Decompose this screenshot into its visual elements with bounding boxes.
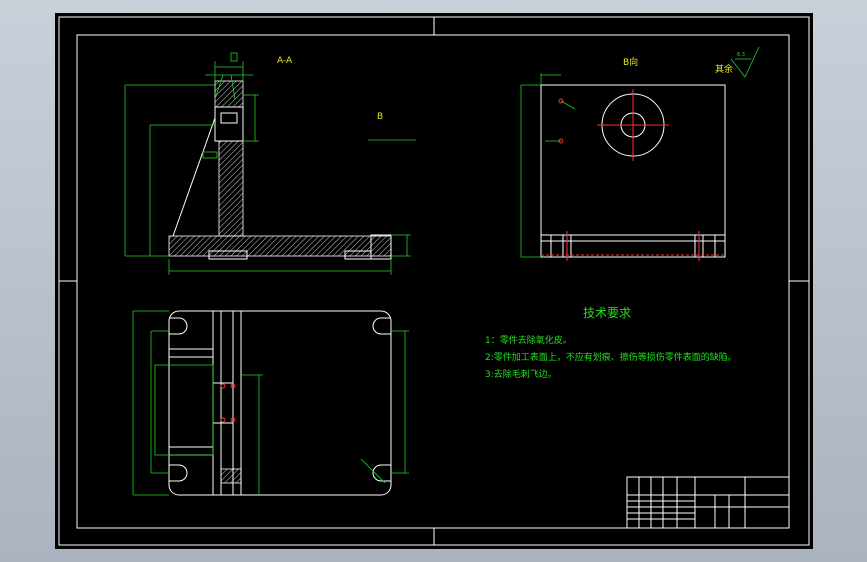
tech-req-item: 1：零件去除氧化皮。 xyxy=(485,334,572,346)
drawing-sheet: A-A B B向 其余 6.3 技术要求 1：零件去除氧化皮。 2:零件加工表面… xyxy=(55,13,813,549)
surface-finish-note: 其余 6.3 xyxy=(715,46,760,78)
tech-req-item: 3:去除毛刺飞边。 xyxy=(485,368,557,380)
tech-req-item: 2:零件加工表面上，不应有划痕、擦伤等损伤零件表面的缺陷。 xyxy=(485,351,737,363)
section-view-a-a: A-A xyxy=(124,52,411,275)
surface-finish-prefix: 其余 xyxy=(715,63,733,75)
b-view-label: B向 xyxy=(623,56,638,68)
inner-frame xyxy=(76,34,790,529)
technical-requirements: 技术要求 1：零件去除氧化皮。 2:零件加工表面上，不应有划痕、擦伤等损伤零件表… xyxy=(485,306,737,380)
side-view-label: B xyxy=(377,112,383,122)
title-block xyxy=(626,476,790,529)
surface-finish-value: 6.3 xyxy=(737,52,745,58)
outer-border xyxy=(58,16,810,546)
cad-drawing: A-A B B向 其余 6.3 技术要求 1：零件去除氧化皮。 2:零件加工表面… xyxy=(58,16,810,546)
b-direction-view: B向 xyxy=(520,56,726,261)
top-view xyxy=(132,310,409,496)
view-b-indicator: B xyxy=(368,112,416,141)
section-view-label: A-A xyxy=(277,56,293,66)
tech-req-title: 技术要求 xyxy=(583,306,631,320)
